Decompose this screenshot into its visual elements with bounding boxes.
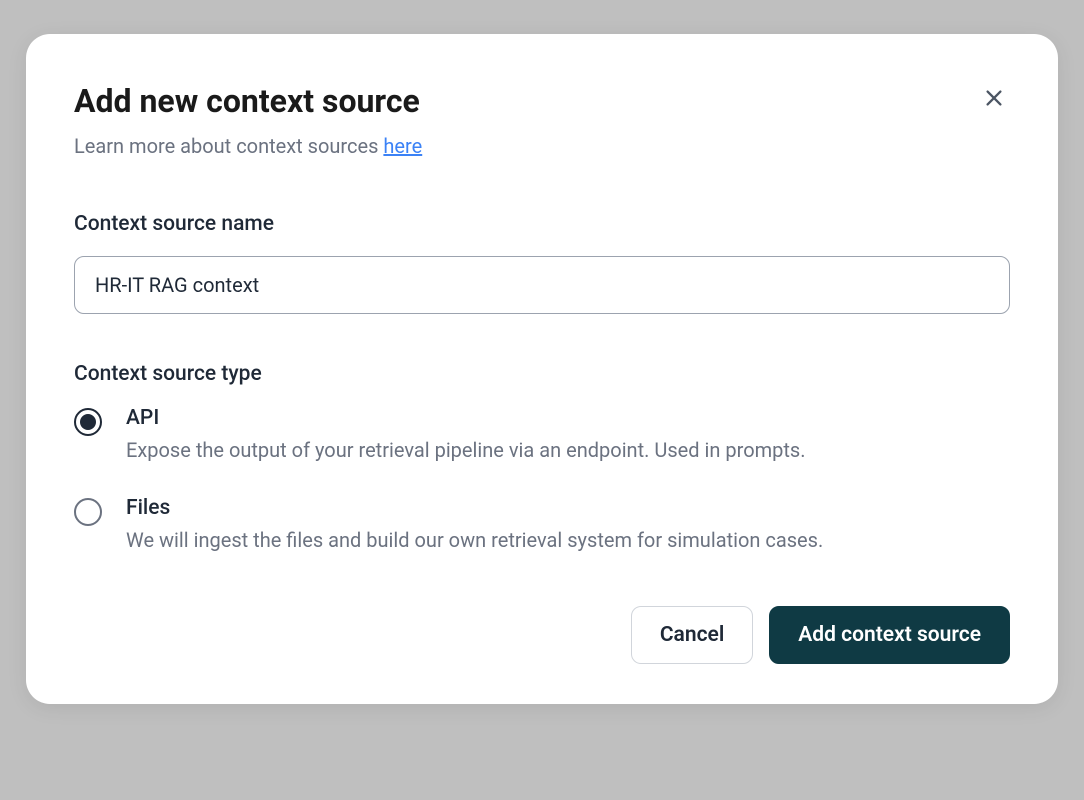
- modal-subtitle: Learn more about context sources here: [74, 132, 1010, 160]
- radio-indicator-files: [74, 498, 102, 526]
- name-label: Context source name: [74, 212, 1010, 236]
- radio-title-api: API: [126, 406, 1010, 430]
- modal-footer: Cancel Add context source: [74, 606, 1010, 664]
- cancel-button[interactable]: Cancel: [631, 606, 753, 664]
- type-field-group: Context source type API Expose the outpu…: [74, 362, 1010, 554]
- radio-content-files: Files We will ingest the files and build…: [126, 496, 1010, 554]
- name-field-group: Context source name: [74, 212, 1010, 314]
- learn-more-link[interactable]: here: [383, 134, 422, 158]
- modal-title: Add new context source: [74, 82, 1010, 120]
- type-radio-group: API Expose the output of your retrieval …: [74, 406, 1010, 554]
- add-context-source-button[interactable]: Add context source: [769, 606, 1010, 664]
- radio-indicator-api: [74, 408, 102, 436]
- close-icon: [983, 87, 1005, 109]
- radio-title-files: Files: [126, 496, 1010, 520]
- radio-description-api: Expose the output of your retrieval pipe…: [126, 436, 1010, 464]
- radio-option-files[interactable]: Files We will ingest the files and build…: [74, 496, 1010, 554]
- radio-content-api: API Expose the output of your retrieval …: [126, 406, 1010, 464]
- modal-header: Add new context source Learn more about …: [74, 82, 1010, 160]
- close-button[interactable]: [978, 82, 1010, 114]
- radio-description-files: We will ingest the files and build our o…: [126, 526, 1010, 554]
- context-source-name-input[interactable]: [74, 256, 1010, 314]
- add-context-source-modal: Add new context source Learn more about …: [26, 34, 1058, 704]
- subtitle-text: Learn more about context sources: [74, 134, 383, 158]
- radio-option-api[interactable]: API Expose the output of your retrieval …: [74, 406, 1010, 464]
- type-label: Context source type: [74, 362, 1010, 386]
